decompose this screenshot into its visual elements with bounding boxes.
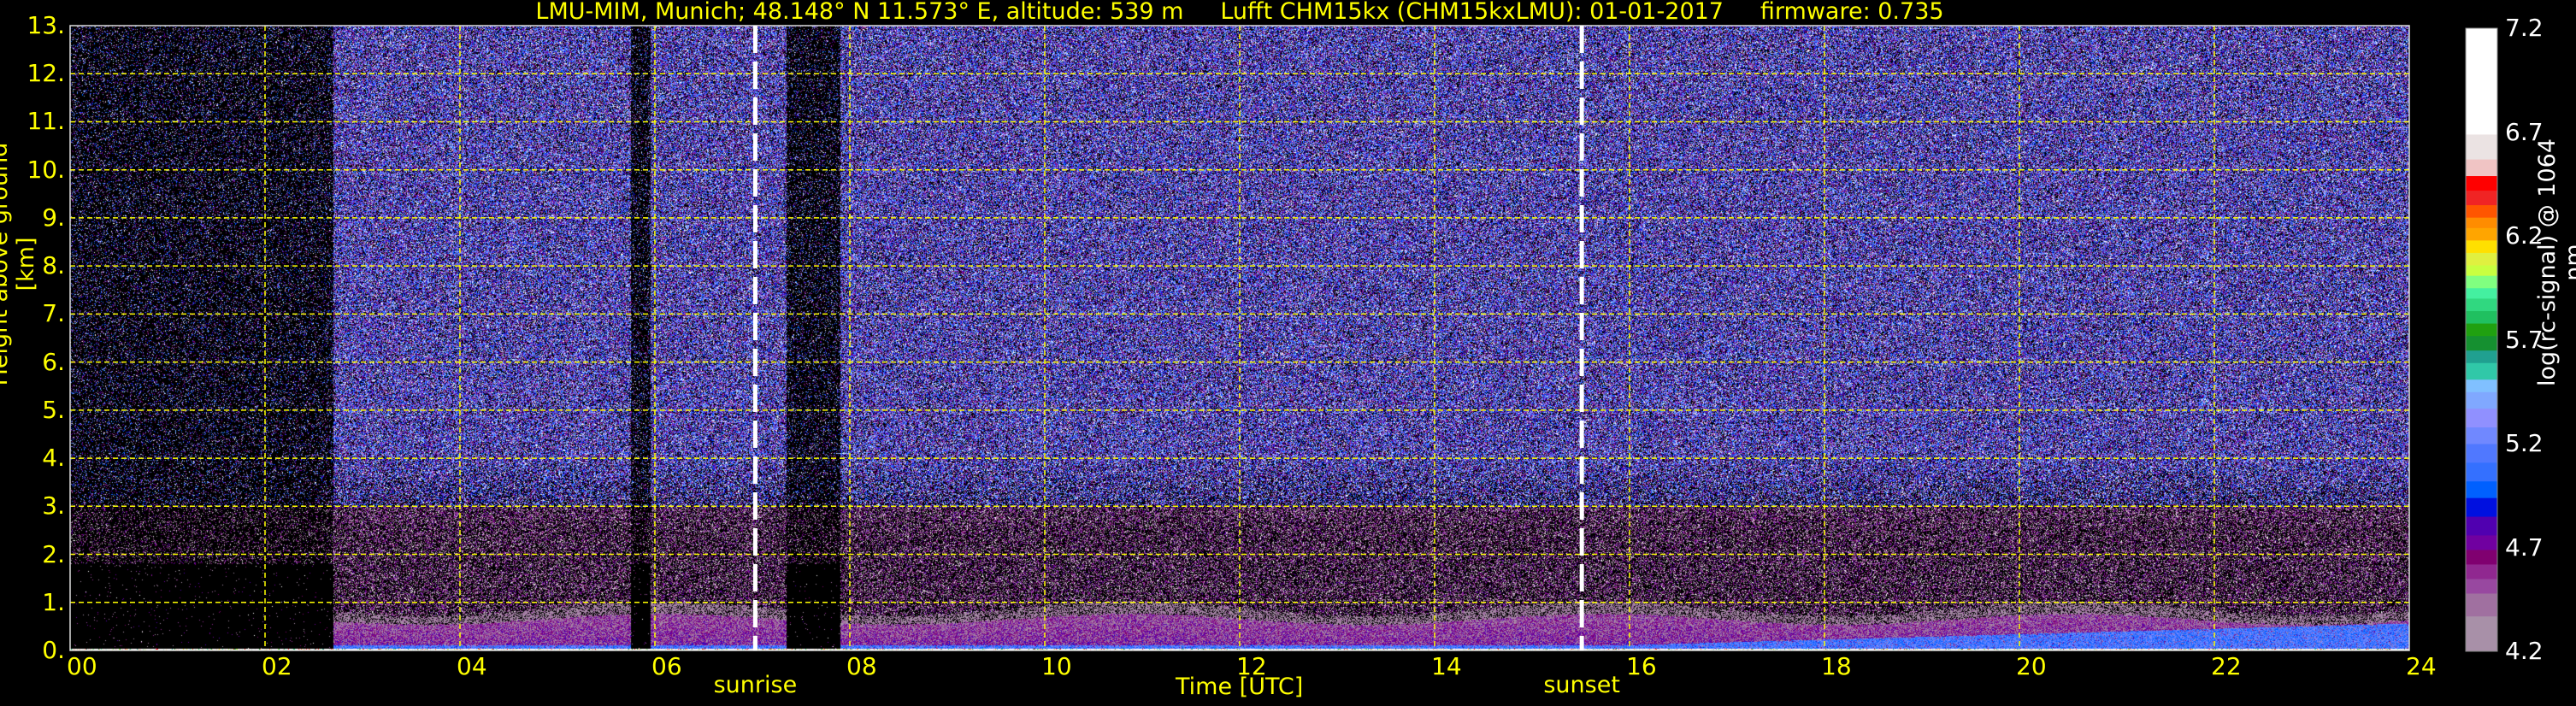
y-tick-label: 2.	[42, 539, 65, 568]
colorbar-band	[2466, 497, 2497, 517]
y-tick-label: 12.	[27, 59, 65, 88]
x-tick-label: 22	[2211, 652, 2242, 680]
x-tick-label: 20	[2016, 652, 2047, 680]
x-tick-label: 04	[457, 652, 487, 680]
colorbar-band	[2466, 592, 2497, 617]
x-tick-label: 14	[1431, 652, 1462, 680]
y-tick-label: 5.	[42, 395, 65, 424]
y-tick-label: 6.	[42, 347, 65, 376]
y-tick-label: 7.	[42, 299, 65, 328]
colorbar-band	[2466, 534, 2497, 550]
colorbar-tick-label: 4.2	[2505, 637, 2544, 665]
colorbar-band	[2466, 379, 2497, 392]
y-tick-label: 1.	[42, 587, 65, 616]
y-tick-label: 8.	[42, 251, 65, 280]
y-tick-label: 9.	[42, 203, 65, 232]
colorbar-band	[2466, 133, 2497, 160]
colorbar-band	[2466, 350, 2497, 363]
colorbar-band	[2466, 563, 2497, 580]
x-tick-label: 16	[1626, 652, 1657, 680]
colorbar-band	[2466, 159, 2497, 177]
colorbar-band	[2466, 516, 2497, 536]
colorbar-band	[2466, 480, 2497, 498]
colorbar-band	[2466, 275, 2497, 289]
y-tick-label: 13.	[27, 11, 65, 39]
colorbar-band	[2466, 391, 2497, 409]
colorbar-band	[2466, 287, 2497, 299]
y-tick-label: 0.	[42, 636, 65, 664]
colorbar-band	[2466, 297, 2497, 311]
colorbar-band	[2466, 615, 2497, 652]
colorbar-band	[2466, 252, 2497, 266]
colorbar-band	[2466, 204, 2497, 218]
y-axis-label: Height above ground [km]	[0, 142, 39, 386]
colorbar-band	[2466, 265, 2497, 276]
x-axis-label: Time [UTC]	[1176, 674, 1304, 700]
colorbar-band	[2466, 362, 2497, 380]
colorbar-band	[2466, 175, 2497, 191]
y-tick-label: 4.	[42, 444, 65, 473]
colorbar-tick-label: 7.2	[2505, 14, 2544, 42]
x-tick-label: 00	[67, 652, 97, 680]
colorbar-label: log(rc-signal) @ 1064 nm	[2534, 138, 2576, 387]
colorbar-band	[2466, 335, 2497, 351]
y-tick-label: 3.	[42, 491, 65, 521]
colorbar-band	[2466, 310, 2497, 324]
x-tick-label: 10	[1041, 652, 1072, 680]
colorbar-band	[2466, 408, 2497, 428]
colorbar-band	[2466, 190, 2497, 206]
colorbar-band	[2466, 217, 2497, 228]
colorbar-tick-label: 4.7	[2505, 532, 2544, 562]
colorbar-band	[2466, 239, 2497, 253]
colorbar-band	[2466, 549, 2497, 565]
colorbar-tick-label: 5.2	[2505, 429, 2544, 457]
colorbar-band	[2466, 444, 2497, 463]
sunrise-label: sunrise	[713, 672, 798, 698]
x-tick-label: 02	[262, 652, 292, 680]
x-tick-label: 08	[846, 652, 877, 680]
colorbar-band	[2466, 427, 2497, 444]
sunset-label: sunset	[1543, 672, 1620, 698]
colorbar-band	[2466, 578, 2497, 594]
x-tick-label: 18	[1821, 652, 1852, 680]
colorbar-band	[2466, 462, 2497, 482]
x-tick-label: 06	[651, 652, 682, 680]
colorbar-band	[2466, 227, 2497, 241]
colorbar-band	[2466, 323, 2497, 337]
chart-overlay	[69, 25, 2498, 652]
x-tick-label: 24	[2406, 652, 2437, 680]
colorbar-band	[2466, 28, 2497, 135]
